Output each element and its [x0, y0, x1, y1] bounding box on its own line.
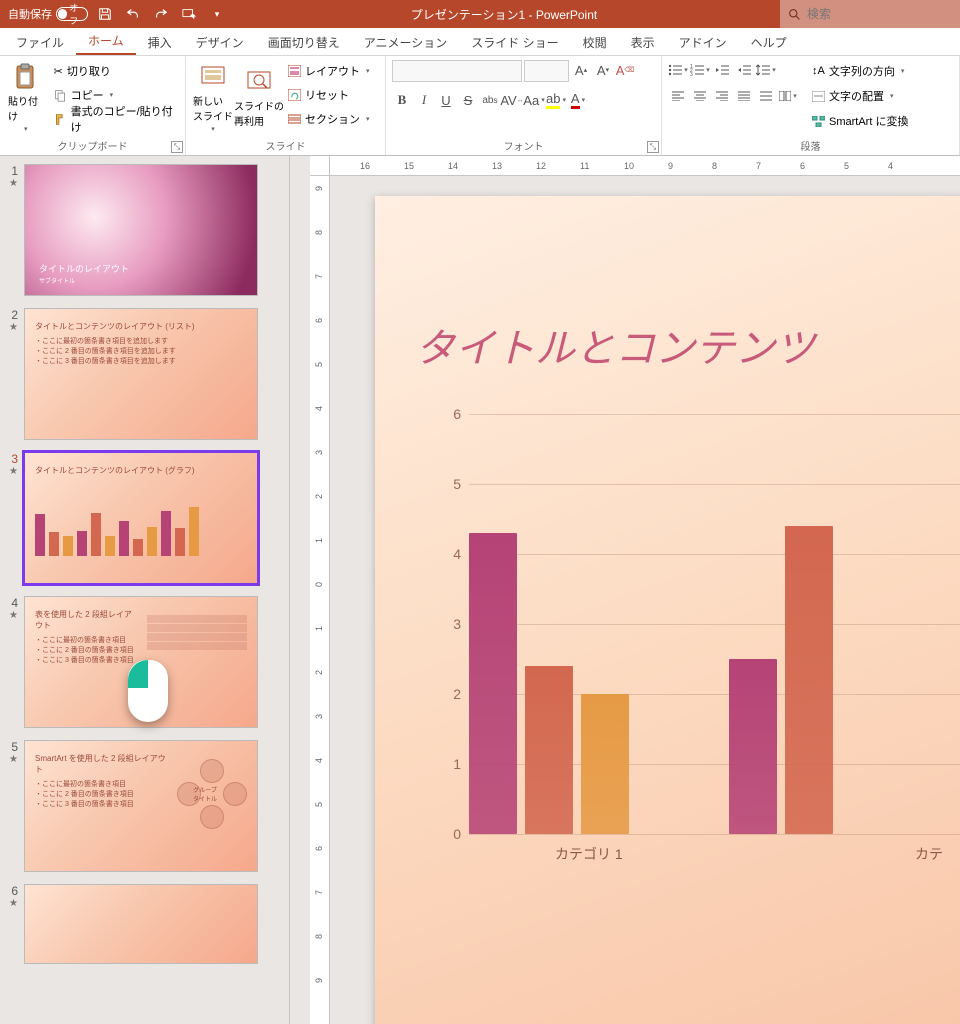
autosave-label: 自動保存 [8, 6, 52, 22]
tab-home[interactable]: ホーム [76, 26, 136, 55]
ribbon: 貼り付け ▾ ✂切り取り コピー 書式のコピー/貼り付け クリップボード ⤡ 新… [0, 56, 960, 156]
tab-animation[interactable]: アニメーション [352, 28, 460, 55]
group-label-slides: スライド [192, 136, 379, 155]
scissors-icon: ✂ [54, 65, 63, 78]
mouse-cursor-icon [128, 660, 168, 722]
start-from-beginning-icon[interactable] [178, 3, 200, 25]
columns-button[interactable] [778, 86, 798, 106]
shadow-button[interactable]: abs [480, 90, 500, 110]
paste-button[interactable]: 貼り付け ▾ [6, 60, 46, 136]
slide-thumbnail-6[interactable] [24, 884, 258, 964]
text-position-icon [812, 91, 825, 102]
slide-thumbnail-3[interactable]: タイトルとコンテンツのレイアウト (グラフ) [24, 452, 258, 584]
clipboard-icon [12, 63, 40, 91]
bold-button[interactable]: B [392, 90, 412, 110]
qat-overflow-icon[interactable]: ▾ [206, 3, 228, 25]
distribute-button[interactable] [756, 86, 776, 106]
section-button[interactable]: セクション [284, 108, 374, 130]
slide-title[interactable]: タイトルとコンテンツ [415, 316, 960, 374]
convert-smartart-button[interactable]: SmartArt に変換 [808, 110, 912, 132]
line-spacing-button[interactable] [756, 60, 776, 80]
shrink-font-button[interactable]: A▾ [593, 60, 613, 80]
tab-design[interactable]: デザイン [184, 28, 256, 55]
bullets-button[interactable] [668, 60, 688, 80]
indent-decrease-button[interactable] [712, 60, 732, 80]
ribbon-tabs: ファイル ホーム 挿入 デザイン 画面切り替え アニメーション スライド ショー… [0, 28, 960, 56]
vertical-ruler: 9876543210123456789 [310, 176, 330, 1024]
tab-addin[interactable]: アドイン [667, 28, 739, 55]
section-icon [288, 113, 301, 125]
font-color-button[interactable]: A [568, 90, 588, 110]
autosave-toggle[interactable]: 自動保存 オフ [8, 6, 88, 22]
tab-insert[interactable]: 挿入 [136, 28, 184, 55]
group-label-paragraph: 段落 [668, 136, 953, 155]
svg-text:3: 3 [690, 72, 693, 76]
highlight-button[interactable]: ab [546, 90, 566, 110]
chart-category-2-label: カテ [915, 844, 943, 864]
new-slide-button[interactable]: 新しい スライド▾ [192, 60, 234, 136]
title-bar: 自動保存 オフ ▾ プレゼンテーション1 - PowerPoint [0, 0, 960, 28]
format-painter-button[interactable]: 書式のコピー/貼り付け [50, 108, 179, 130]
new-slide-icon [199, 63, 227, 91]
save-icon[interactable] [94, 3, 116, 25]
justify-button[interactable] [734, 86, 754, 106]
workspace: 1★ タイトルのレイアウト サブタイトル 2★ タイトルとコンテンツのレイアウト… [0, 156, 960, 1024]
horizontal-ruler: 16151413121110987654 [330, 156, 960, 176]
layout-button[interactable]: レイアウト [284, 60, 374, 82]
tab-help[interactable]: ヘルプ [739, 28, 799, 55]
slide-editor[interactable]: 16151413121110987654 9876543210123456789… [290, 156, 960, 1024]
tab-file[interactable]: ファイル [4, 28, 76, 55]
slide-thumbnail-5[interactable]: SmartArt を使用した 2 段組レイアウト ・ここに最初の箇条書き項目 ・… [24, 740, 258, 872]
reuse-slide-icon [245, 68, 273, 96]
layout-icon [288, 65, 301, 77]
change-case-button[interactable]: Aa [524, 90, 544, 110]
underline-button[interactable]: U [436, 90, 456, 110]
redo-icon[interactable] [150, 3, 172, 25]
thumbnail-panel[interactable]: 1★ タイトルのレイアウト サブタイトル 2★ タイトルとコンテンツのレイアウト… [0, 156, 290, 1024]
search-input[interactable] [807, 7, 952, 21]
tab-transitions[interactable]: 画面切り替え [256, 28, 352, 55]
tab-review[interactable]: 校閲 [571, 28, 619, 55]
reset-button[interactable]: リセット [284, 84, 374, 106]
font-name-select[interactable] [392, 60, 522, 82]
ruler-corner [310, 156, 330, 176]
search-icon [788, 8, 801, 21]
grow-font-button[interactable]: A▴ [571, 60, 591, 80]
tab-slideshow[interactable]: スライド ショー [459, 28, 570, 55]
align-center-button[interactable] [690, 86, 710, 106]
smartart-icon [812, 116, 825, 127]
align-left-button[interactable] [668, 86, 688, 106]
indent-increase-button[interactable] [734, 60, 754, 80]
slide-thumbnail-2[interactable]: タイトルとコンテンツのレイアウト (リスト) ・ここに最初の箇条書き項目を追加し… [24, 308, 258, 440]
clear-format-button[interactable]: A⌫ [615, 60, 635, 80]
search-box[interactable] [780, 0, 960, 28]
font-dialog-launcher-icon[interactable]: ⤡ [647, 141, 659, 153]
text-direction-icon: ↕A [812, 65, 825, 77]
tab-view[interactable]: 表示 [619, 28, 667, 55]
align-right-button[interactable] [712, 86, 732, 106]
chart-category-1-label: カテゴリ 1 [555, 844, 623, 864]
slide-canvas[interactable]: タイトルとコンテンツ 0123456 カテゴリ 1 カテ デー [375, 196, 960, 1024]
reuse-slide-button[interactable]: スライドの 再利用 [238, 60, 280, 136]
cut-button[interactable]: ✂切り取り [50, 60, 179, 82]
copy-icon [54, 89, 67, 102]
undo-icon[interactable] [122, 3, 144, 25]
font-size-select[interactable] [524, 60, 569, 82]
reset-icon [288, 89, 301, 101]
chart[interactable]: 0123456 カテゴリ 1 カテ デー [445, 414, 960, 894]
text-align-button[interactable]: 文字の配置 [808, 85, 912, 107]
italic-button[interactable]: I [414, 90, 434, 110]
char-spacing-button[interactable]: AV↔ [502, 90, 522, 110]
paintbrush-icon [54, 113, 67, 126]
group-label-clipboard: クリップボード [6, 136, 179, 155]
slide-thumbnail-1[interactable]: タイトルのレイアウト サブタイトル [24, 164, 258, 296]
document-title: プレゼンテーション1 - PowerPoint [228, 6, 780, 23]
strike-button[interactable]: S [458, 90, 478, 110]
clipboard-dialog-launcher-icon[interactable]: ⤡ [171, 141, 183, 153]
group-label-font: フォント [392, 136, 655, 155]
text-direction-button[interactable]: ↕A文字列の方向 [808, 60, 912, 82]
numbering-button[interactable]: 123 [690, 60, 710, 80]
